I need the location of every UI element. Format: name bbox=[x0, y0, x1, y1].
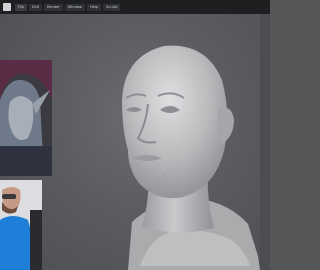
title-bar: File Edit Render Window Help Sculpt bbox=[0, 0, 270, 14]
menu-edit[interactable]: Edit bbox=[29, 3, 42, 11]
webcam-panel bbox=[0, 180, 42, 270]
reference-portrait-image bbox=[0, 60, 52, 176]
menu-file[interactable]: File bbox=[15, 3, 28, 11]
app-logo-icon bbox=[3, 3, 11, 11]
webcam-glasses bbox=[2, 194, 16, 199]
bust-ear bbox=[217, 107, 234, 144]
webcam-person bbox=[0, 180, 42, 270]
right-toolbar-strip bbox=[260, 14, 270, 270]
menu-sculpt[interactable]: Sculpt bbox=[103, 3, 121, 11]
menu-render[interactable]: Render bbox=[43, 3, 63, 11]
reference-image-panel bbox=[0, 60, 52, 176]
menu-window[interactable]: Window bbox=[64, 3, 85, 11]
webcam-chair bbox=[30, 210, 42, 270]
menu-help[interactable]: Help bbox=[86, 3, 102, 11]
bust-head bbox=[122, 45, 228, 199]
